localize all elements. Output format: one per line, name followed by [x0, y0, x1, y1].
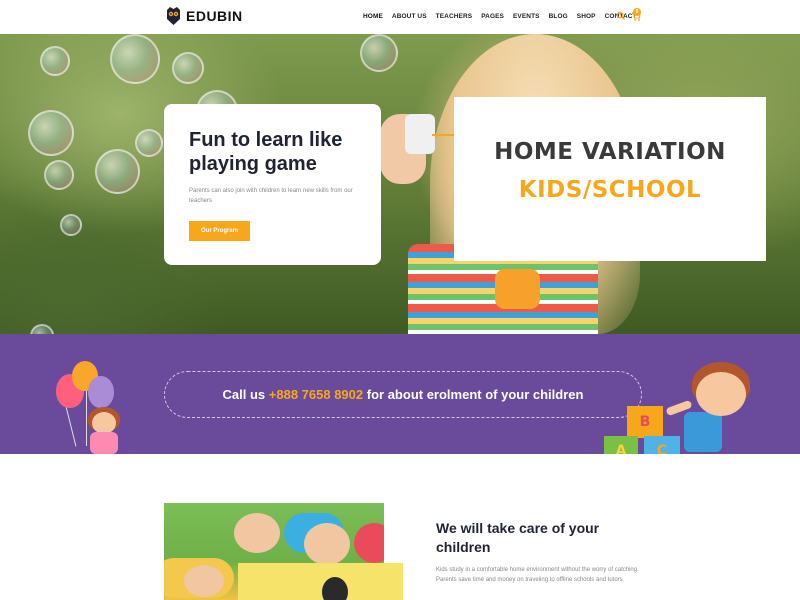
menu-item-pages[interactable]: PAGES [481, 13, 504, 20]
bubble [30, 324, 54, 334]
call-prefix: Call us [222, 387, 266, 402]
main-menu: HOME ABOUT US TEACHERS PAGES EVENTS BLOG… [363, 13, 646, 20]
variation-subtitle: KIDS/SCHOOL [518, 177, 702, 203]
block-b: B [627, 406, 663, 438]
block-c: C [644, 436, 680, 454]
nav-icons [616, 9, 646, 23]
menu-item-shop[interactable]: SHOP [577, 13, 596, 20]
bubble [40, 46, 70, 76]
hero-card: Fun to learn like playing game Parents c… [164, 104, 381, 265]
boy-shirt [684, 412, 722, 452]
variation-title: HOME VARIATION [494, 139, 726, 165]
bubble [44, 160, 74, 190]
menu-item-blog[interactable]: BLOG [549, 13, 568, 20]
girl-dress [90, 432, 118, 454]
about-section: We will take care of your children Kids … [0, 454, 800, 600]
logo[interactable]: EDUBIN [166, 7, 243, 25]
bubble [360, 34, 398, 72]
menu-item-home[interactable]: HOME [363, 13, 383, 20]
about-text: Kids study in a comfortable home environ… [436, 567, 639, 583]
photo-girl-hair [322, 577, 348, 600]
photo-shirt [354, 523, 384, 563]
photo-face [234, 513, 280, 553]
call-band: Call us +888 7658 8902 for about erolmen… [0, 334, 800, 454]
search-icon[interactable] [616, 9, 626, 23]
cart-count-badge: 0 [633, 8, 641, 16]
variation-accent-line [432, 134, 454, 136]
call-box: Call us +888 7658 8902 for about erolmen… [164, 371, 642, 418]
hero-text: Parents can also join with children to l… [189, 188, 353, 204]
boy-face [696, 372, 746, 416]
brand-name: EDUBIN [186, 8, 243, 24]
navbar: EDUBIN HOME ABOUT US TEACHERS PAGES EVEN… [0, 0, 800, 34]
call-suffix: for about erolment of your children [366, 387, 584, 402]
hero-section: Fun to learn like playing game Parents c… [0, 34, 800, 334]
purple-balloon-icon [88, 376, 114, 408]
bubble [28, 110, 74, 156]
menu-item-events[interactable]: EVENTS [513, 13, 540, 20]
bubble [135, 129, 163, 157]
photo-face [184, 565, 224, 597]
girl-yellow-photo [238, 563, 403, 600]
about-title: We will take care of your children [436, 520, 600, 555]
logo-owl-icon [166, 7, 181, 25]
balloon-string [64, 402, 77, 447]
bubble [60, 214, 82, 236]
bubble [172, 52, 204, 84]
menu-item-about-us[interactable]: ABOUT US [392, 13, 427, 20]
photo-face [304, 523, 350, 565]
bubble [110, 34, 160, 84]
call-phone-number[interactable]: +888 7658 8902 [269, 387, 363, 402]
menu-item-teachers[interactable]: TEACHERS [436, 13, 473, 20]
girl-face [92, 412, 116, 434]
balloon-string [86, 386, 87, 446]
hero-title: Fun to learn like playing game [189, 129, 343, 175]
block-a: A [604, 436, 638, 454]
bubble [95, 149, 140, 194]
our-program-button[interactable]: Our Program [189, 221, 250, 241]
hero-bubble-cup [405, 114, 435, 154]
hero-bubble-toy [495, 269, 540, 309]
variation-label-box: HOME VARIATION KIDS/SCHOOL [454, 97, 766, 261]
